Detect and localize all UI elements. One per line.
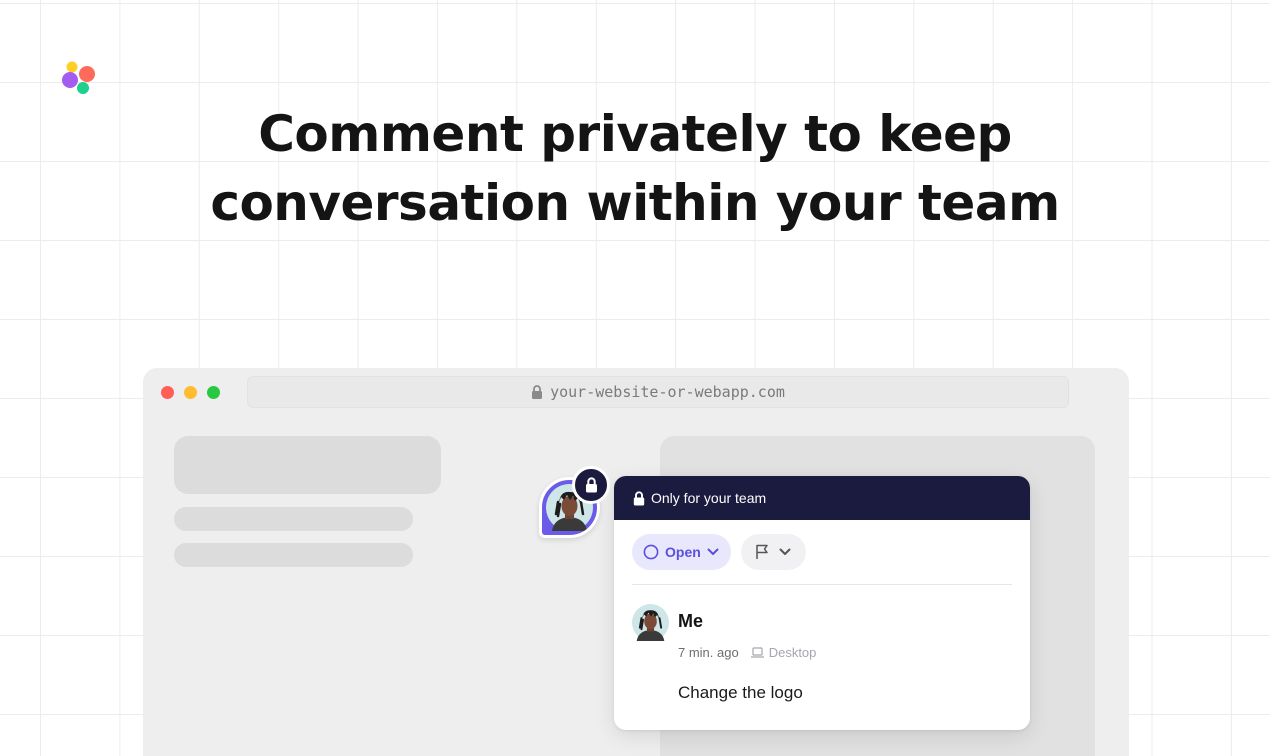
lock-icon [633,490,645,505]
avatar [632,604,669,641]
chevron-down-icon [779,548,791,555]
placeholder-block [174,436,441,494]
page-headline: Comment privately to keep conversation w… [0,100,1270,238]
lock-icon [532,385,543,399]
status-row: Open [632,534,806,570]
placeholder-line [174,543,413,567]
headline-line-1: Comment privately to keep [258,105,1012,163]
private-badge [572,466,610,504]
status-dropdown[interactable]: Open [632,534,731,570]
address-bar[interactable]: your-website-or-webapp.com [247,376,1069,408]
comment-meta: 7 min. ago Desktop [678,645,816,660]
url-text: your-website-or-webapp.com [550,383,785,401]
comment-card: Only for your team Open Me 7 min. ago De… [614,476,1030,730]
circle-icon [643,544,659,560]
comment-author: Me [678,611,704,631]
comment-timestamp: 7 min. ago [678,645,739,660]
window-close-dot [161,386,174,399]
placeholder-line [174,507,413,531]
priority-dropdown[interactable] [740,534,806,570]
card-header: Only for your team [614,476,1030,520]
flag-icon [756,544,769,559]
chevron-down-icon [707,548,719,555]
device-info: Desktop [750,645,817,660]
window-maximize-dot [207,386,220,399]
comment-body: Change the logo [678,683,803,702]
laptop-icon [750,647,764,658]
brand-logo-icon [62,61,95,94]
lock-icon [585,477,597,493]
window-minimize-dot [184,386,197,399]
status-label: Open [665,544,701,560]
privacy-label: Only for your team [651,490,767,506]
headline-line-2: conversation within your team [210,174,1060,232]
divider [632,584,1012,585]
device-label: Desktop [768,645,817,660]
